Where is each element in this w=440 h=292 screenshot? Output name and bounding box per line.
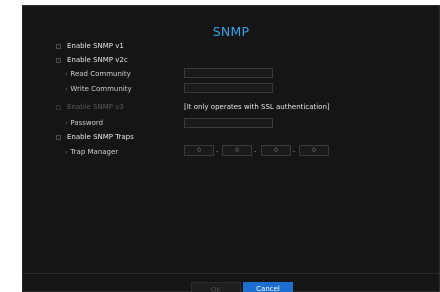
trap-manager-label: Trap Manager [70,148,119,156]
trap-manager-octet-2[interactable]: 0 [222,145,252,156]
password-row: › Password [65,119,103,127]
page: SNMP Enable SNMP v1 Enable SNMP v2c › Re… [0,0,440,292]
ssl-note: [It only operates with SSL authenticatio… [184,103,330,111]
enable-snmp-v2c-checkbox[interactable]: Enable SNMP v2c [56,56,128,64]
checkbox-icon [56,134,61,140]
chevron-right-icon: › [65,148,68,156]
write-community-label: Write Community [70,85,132,93]
read-community-row: › Read Community [65,70,131,78]
enable-snmp-v1-checkbox[interactable]: Enable SNMP v1 [56,42,124,50]
trap-manager-row: › Trap Manager [65,148,118,156]
enable-snmp-v1-label: Enable SNMP v1 [67,42,124,50]
checkbox-icon [56,104,61,110]
ip-separator: . [293,146,296,154]
chevron-right-icon: › [65,119,68,127]
trap-manager-octet-4[interactable]: 0 [299,145,329,156]
write-community-row: › Write Community [65,85,132,93]
ip-separator: . [216,146,219,154]
enable-snmp-v2c-label: Enable SNMP v2c [67,56,128,64]
password-input[interactable] [184,118,273,128]
trap-manager-octet-1[interactable]: 0 [184,145,214,156]
chevron-right-icon: › [65,85,68,93]
dialog-title: SNMP [212,24,250,39]
footer-divider [23,273,439,274]
snmp-dialog: SNMP Enable SNMP v1 Enable SNMP v2c › Re… [22,5,440,292]
cancel-button[interactable]: Cancel [243,282,293,292]
password-label: Password [70,119,104,127]
checkbox-icon [56,57,61,63]
ip-separator: . [254,146,257,154]
read-community-input[interactable] [184,68,273,78]
enable-snmp-traps-checkbox[interactable]: Enable SNMP Traps [56,133,134,141]
enable-snmp-traps-label: Enable SNMP Traps [67,133,134,141]
trap-manager-octet-3[interactable]: 0 [261,145,291,156]
enable-snmp-v3-label: Enable SNMP v3 [67,103,124,111]
read-community-label: Read Community [70,70,131,78]
ok-button[interactable]: OK [191,282,241,292]
checkbox-icon [56,43,61,49]
enable-snmp-v3-checkbox[interactable]: Enable SNMP v3 [56,103,124,111]
write-community-input[interactable] [184,83,273,93]
chevron-right-icon: › [65,70,68,78]
